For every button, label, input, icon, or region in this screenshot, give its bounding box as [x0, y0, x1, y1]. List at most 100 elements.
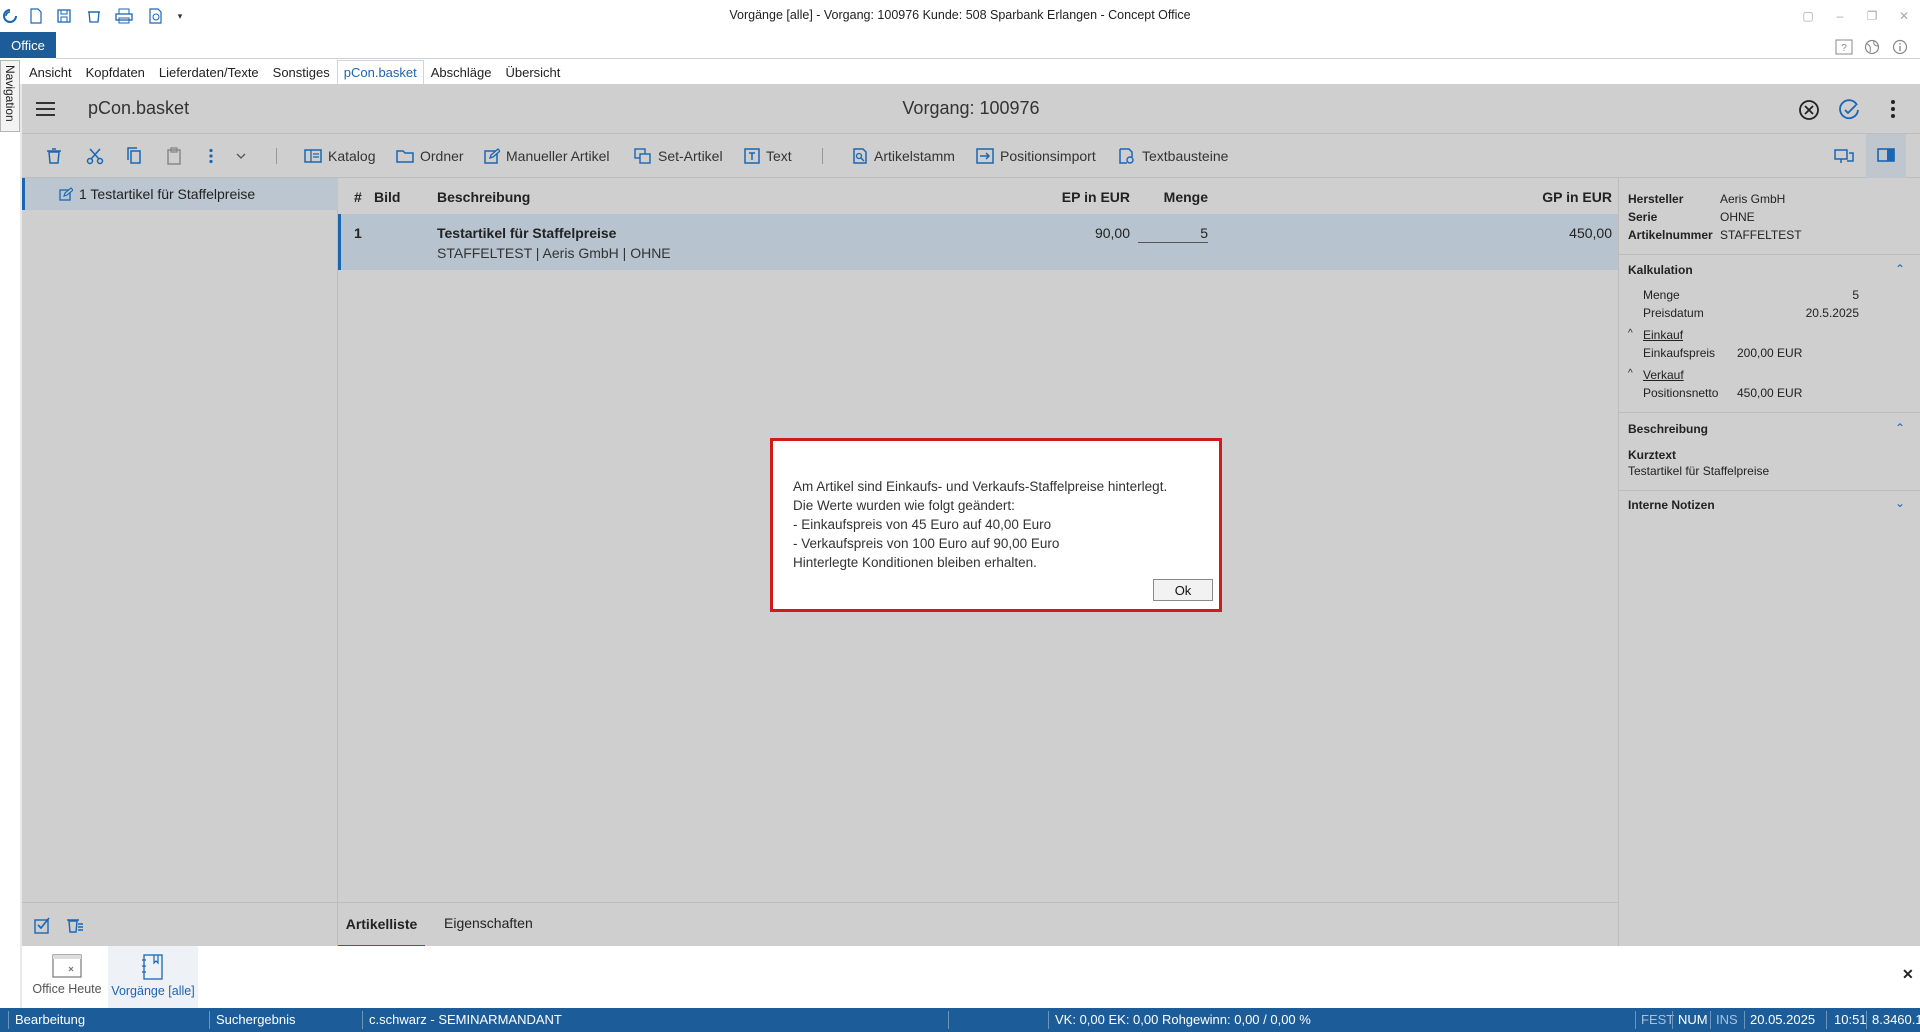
- status-version: 8.3460.14: [1872, 1012, 1920, 1027]
- chevron-up-icon[interactable]: ^: [1628, 328, 1633, 339]
- einkauf-toggle[interactable]: Einkauf: [1643, 328, 1683, 342]
- menu-ansicht[interactable]: Ansicht: [22, 60, 79, 84]
- tab-artikelliste[interactable]: Artikelliste: [338, 903, 425, 947]
- tree-item[interactable]: 1 Testartikel für Staffelpreise: [22, 178, 338, 210]
- maximize-icon[interactable]: ❐: [1864, 8, 1880, 24]
- tree-item-label: 1 Testartikel für Staffelpreise: [79, 186, 256, 202]
- row-title: Testartikel für Staffelpreise: [437, 225, 617, 241]
- status-ins: INS: [1716, 1012, 1738, 1027]
- presentation-icon[interactable]: [1834, 144, 1854, 168]
- edit-icon: [59, 187, 73, 201]
- status-date: 20.05.2025: [1750, 1012, 1816, 1027]
- chevron-up-icon[interactable]: ⌃: [1895, 421, 1905, 435]
- staffelpreise-dialog: Am Artikel sind Einkaufs- und Verkaufs-S…: [770, 438, 1222, 612]
- divider: [1619, 412, 1920, 413]
- tab-eigenschaften[interactable]: Eigenschaften: [444, 915, 533, 931]
- chevron-up-icon[interactable]: ⌃: [1895, 262, 1905, 276]
- catalog-icon: [304, 149, 322, 163]
- column-bild[interactable]: Bild: [374, 189, 400, 205]
- ordner-button[interactable]: Ordner: [396, 144, 464, 168]
- status-user: c.schwarz - SEMINARMANDANT: [369, 1012, 562, 1027]
- restore-layout-icon[interactable]: ▢: [1800, 8, 1816, 24]
- trash-icon[interactable]: [46, 144, 62, 168]
- table-row[interactable]: 1 Testartikel für Staffelpreise STAFFELT…: [338, 214, 1618, 270]
- column-number[interactable]: #: [354, 189, 362, 205]
- divider: [1048, 1011, 1049, 1029]
- hersteller-label: Hersteller: [1628, 192, 1684, 206]
- chevron-down-icon[interactable]: ⌄: [1895, 496, 1905, 510]
- navigation-label: Navigation: [3, 65, 17, 122]
- manueller-artikel-label: Manueller Artikel: [506, 148, 610, 164]
- divider: [1619, 490, 1920, 491]
- navigation-panel-toggle[interactable]: Navigation: [0, 60, 20, 132]
- toolbar-more-icon[interactable]: [208, 144, 214, 168]
- task-office-heute[interactable]: Office Heute: [22, 946, 112, 1008]
- menu-abschlaege[interactable]: Abschläge: [424, 60, 499, 84]
- task-vorgaenge-alle[interactable]: Vorgänge [alle]: [108, 946, 198, 1008]
- column-gp[interactable]: GP in EUR: [1542, 189, 1618, 205]
- menu-lieferdaten-texte[interactable]: Lieferdaten/Texte: [152, 60, 266, 84]
- kalkulation-header[interactable]: Kalkulation: [1628, 263, 1693, 277]
- column-ep[interactable]: EP in EUR: [1062, 189, 1130, 205]
- web-icon[interactable]: [1862, 37, 1882, 57]
- textbausteine-button[interactable]: Textbausteine: [1118, 144, 1228, 168]
- paste-icon[interactable]: [166, 144, 182, 168]
- office-heute-icon: [52, 954, 82, 978]
- artikelstamm-button[interactable]: Artikelstamm: [852, 144, 955, 168]
- copy-icon[interactable]: [126, 144, 142, 168]
- divider: [1866, 1011, 1867, 1029]
- close-task-icon[interactable]: ✕: [1902, 966, 1914, 983]
- set-artikel-button[interactable]: Set-Artikel: [634, 144, 723, 168]
- details-panel: Hersteller Aeris GmbH Serie OHNE Artikel…: [1618, 178, 1920, 946]
- divider: [362, 1011, 363, 1029]
- task-label: Vorgänge [alle]: [111, 984, 195, 998]
- confirm-check-icon[interactable]: [1838, 99, 1860, 121]
- katalog-button[interactable]: Katalog: [304, 144, 375, 168]
- kurztext-label: Kurztext: [1628, 448, 1677, 462]
- menge-label: Menge: [1643, 288, 1680, 302]
- divider: [1710, 1011, 1711, 1029]
- interne-notizen-header[interactable]: Interne Notizen: [1628, 498, 1715, 512]
- column-menge[interactable]: Menge: [1164, 189, 1208, 205]
- task-area: [22, 946, 1920, 1008]
- menu-kopfdaten[interactable]: Kopfdaten: [79, 60, 152, 84]
- toolbar-separator: [276, 148, 277, 164]
- chevron-down-icon[interactable]: [236, 144, 246, 168]
- window-title: Vorgänge [alle] - Vorgang: 100976 Kunde:…: [729, 8, 1191, 22]
- menu-sonstiges[interactable]: Sonstiges: [266, 60, 337, 84]
- help-icon[interactable]: ?: [1834, 37, 1854, 57]
- text-button[interactable]: Text: [744, 144, 792, 168]
- verkauf-toggle[interactable]: Verkauf: [1643, 368, 1684, 382]
- kurztext-value: Testartikel für Staffelpreise: [1628, 464, 1770, 478]
- artikelstamm-icon: [853, 148, 867, 164]
- office-tab[interactable]: Office: [0, 32, 56, 58]
- toolbar-separator: [822, 148, 823, 164]
- close-window-icon[interactable]: ✕: [1896, 8, 1912, 24]
- divider: [8, 1011, 9, 1029]
- ok-button[interactable]: Ok: [1153, 579, 1213, 601]
- minimize-icon[interactable]: –: [1832, 8, 1848, 24]
- check-list-icon[interactable]: [34, 916, 52, 934]
- set-icon: [634, 148, 651, 164]
- serie-label: Serie: [1628, 210, 1658, 224]
- details-panel-toggle[interactable]: [1866, 134, 1906, 178]
- beschreibung-header[interactable]: Beschreibung: [1628, 422, 1708, 436]
- positionsimport-button[interactable]: Positionsimport: [976, 144, 1096, 168]
- cut-icon[interactable]: [86, 144, 104, 168]
- manueller-artikel-button[interactable]: Manueller Artikel: [484, 144, 610, 168]
- serie-value: OHNE: [1720, 210, 1755, 224]
- dialog-line: Hinterlegte Konditionen bleiben erhalten…: [793, 555, 1037, 570]
- edit-icon: [484, 148, 500, 164]
- text-icon: [744, 148, 760, 164]
- column-beschreibung[interactable]: Beschreibung: [437, 189, 530, 205]
- chevron-up-icon[interactable]: ^: [1628, 368, 1633, 379]
- side-panel-icon: [1877, 148, 1895, 162]
- cancel-circle-icon[interactable]: [1798, 99, 1820, 121]
- menu-pcon-basket[interactable]: pCon.basket: [336, 60, 424, 84]
- more-vertical-icon[interactable]: [1890, 99, 1896, 119]
- row-menge-input[interactable]: 5: [1138, 225, 1208, 243]
- menu-uebersicht[interactable]: Übersicht: [498, 60, 567, 84]
- info-icon[interactable]: [1890, 37, 1910, 57]
- delete-list-icon[interactable]: [66, 916, 84, 934]
- row-number: 1: [354, 225, 362, 241]
